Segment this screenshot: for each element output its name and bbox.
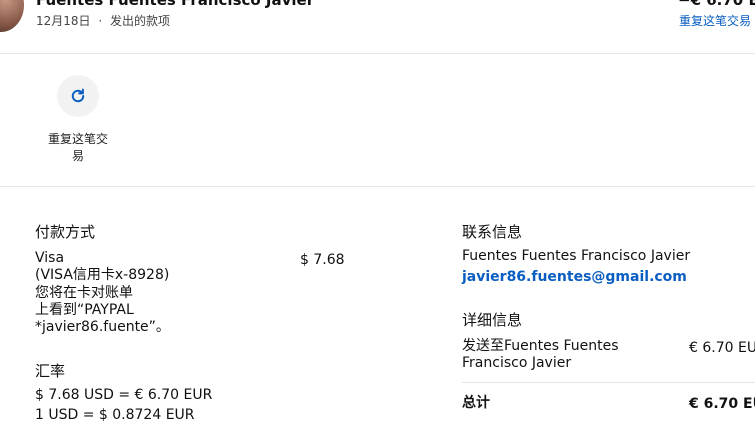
contact-info-title: 联系信息 — [462, 223, 523, 241]
counterparty-name: Fuentes Fuentes Francisco Javier — [36, 0, 315, 9]
payment-card-detail: (VISA信用卡x-8928) — [35, 267, 170, 283]
exchange-rate-line2: 1 USD = $ 0.8724 EUR — [35, 407, 195, 423]
subline-separator: · — [98, 14, 103, 28]
repeat-transaction-button[interactable] — [57, 75, 99, 117]
transaction-subline: 12月18日 · 发出的款项 — [36, 12, 170, 29]
transaction-amount: −€ 6.70 EUR — [678, 0, 755, 9]
repeat-transaction-label: 重复这笔交易 — [47, 132, 108, 163]
contact-email-link[interactable]: javier86.fuentes@gmail.com — [462, 269, 687, 285]
divider — [0, 53, 755, 54]
avatar — [0, 0, 24, 32]
total-amount: € 6.70 EUR — [689, 396, 755, 412]
total-label: 总计 — [462, 395, 490, 411]
refresh-icon — [71, 88, 85, 103]
statement-note-line3: *javier86.fuente”。 — [35, 319, 170, 335]
contact-name: Fuentes Fuentes Francisco Javier — [462, 248, 691, 264]
repeat-transaction-link[interactable]: 重复这笔交易 — [679, 12, 751, 29]
transaction-details-page: Fuentes Fuentes Francisco Javier 12月18日 … — [0, 0, 755, 427]
details-title: 详细信息 — [462, 311, 523, 329]
payment-amount: $ 7.68 — [300, 252, 345, 268]
transaction-date: 12月18日 — [36, 14, 91, 28]
payment-card: Visa — [35, 250, 65, 266]
transaction-status: 发出的款项 — [110, 14, 171, 28]
exchange-rate-title: 汇率 — [35, 362, 66, 380]
payment-method-title: 付款方式 — [35, 223, 96, 241]
divider — [0, 186, 755, 187]
statement-note-line2: 上看到“PAYPAL — [35, 302, 134, 318]
exchange-rate-line1: $ 7.68 USD = € 6.70 EUR — [35, 387, 213, 403]
divider — [462, 382, 755, 383]
sent-to-line2: Francisco Javier — [462, 355, 572, 371]
sent-to-line1: 发送至Fuentes Fuentes — [462, 338, 619, 354]
sent-amount: € 6.70 EUR — [689, 340, 755, 356]
statement-note-line1: 您将在卡对账单 — [35, 285, 133, 301]
